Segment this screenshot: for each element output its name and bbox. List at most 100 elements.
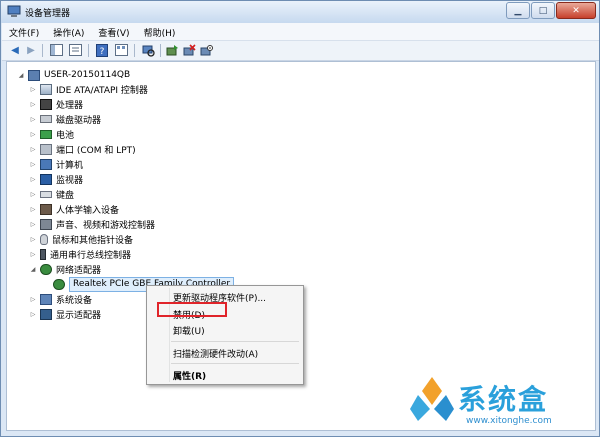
monitor-icon (40, 173, 52, 185)
expand-arrow-icon[interactable]: ▷ (29, 311, 37, 318)
collapse-arrow-icon[interactable]: ◢ (17, 72, 25, 79)
collapse-arrow-icon[interactable]: ◢ (29, 266, 37, 273)
view-icon[interactable] (114, 43, 128, 57)
expand-arrow-icon[interactable]: ▷ (29, 131, 37, 138)
expand-arrow-icon[interactable]: ▷ (29, 146, 37, 153)
processor-icon (40, 98, 52, 110)
watermark-url: www.xitonghe.com (466, 416, 552, 426)
show-hide-tree-icon[interactable] (49, 43, 63, 57)
expand-arrow-icon[interactable]: ▷ (29, 296, 37, 303)
watermark-brand: 系统盒 (458, 383, 549, 416)
hid-icon (40, 203, 52, 215)
menu-properties[interactable]: 属性(R) (173, 369, 206, 382)
close-icon: ✕ (572, 5, 580, 16)
expand-arrow-icon[interactable]: ▷ (29, 191, 37, 198)
expand-arrow-icon[interactable]: ▷ (29, 161, 37, 168)
category-label: IDE ATA/ATAPI 控制器 (56, 85, 148, 96)
menu-help[interactable]: 帮助(H) (137, 23, 183, 40)
tree-category[interactable]: ▷ 通用串行总线控制器 (29, 247, 131, 261)
expand-arrow-icon[interactable]: ▷ (29, 251, 37, 258)
system-devices-icon (40, 293, 52, 305)
disable-icon[interactable] (199, 43, 213, 57)
tree-category[interactable]: ◢ 网络适配器 (29, 262, 101, 276)
tree-category[interactable]: ▷ 鼠标和其他指针设备 (29, 232, 133, 246)
port-icon (40, 143, 52, 155)
disk-drive-icon (40, 115, 52, 123)
computer-root-icon (28, 69, 40, 81)
usb-icon (40, 248, 46, 260)
category-label: 系统设备 (56, 295, 93, 306)
expand-arrow-icon[interactable]: ▷ (29, 206, 37, 213)
expand-arrow-icon[interactable]: ▷ (29, 101, 37, 108)
tree-category[interactable]: ▷ 处理器 (29, 97, 83, 111)
window-title: 设备管理器 (25, 9, 71, 19)
category-label: 显示适配器 (56, 310, 102, 321)
expand-arrow-icon[interactable]: ▷ (29, 221, 37, 228)
window-controls: ▁ □ ✕ (505, 2, 596, 19)
tree-category[interactable]: ▷ 电池 (29, 127, 74, 141)
tree-category[interactable]: ▷ 磁盘驱动器 (29, 112, 101, 126)
maximize-icon: □ (538, 5, 548, 16)
category-label: 人体学输入设备 (56, 205, 120, 216)
tree-category[interactable]: ▷ IDE ATA/ATAPI 控制器 (29, 82, 148, 96)
menu-file[interactable]: 文件(F) (2, 23, 46, 40)
network-card-icon (53, 278, 65, 290)
title-bar[interactable]: 设备管理器 ▁ □ ✕ (1, 1, 599, 23)
toolbar-separator (42, 44, 43, 57)
category-label: 键盘 (56, 190, 75, 201)
menu-scan-hardware[interactable]: 扫描检测硬件改动(A) (173, 347, 258, 360)
category-label: 监视器 (56, 175, 84, 186)
minimize-icon: ▁ (514, 5, 522, 16)
minimize-button[interactable]: ▁ (506, 2, 530, 19)
update-driver-icon[interactable] (165, 43, 179, 57)
menu-action[interactable]: 操作(A) (46, 23, 91, 40)
category-label: 处理器 (56, 100, 84, 111)
category-label: 网络适配器 (56, 265, 102, 276)
properties-icon[interactable] (68, 43, 82, 57)
sound-icon (40, 218, 52, 230)
forward-icon[interactable]: ▶ (24, 43, 38, 57)
tree-category[interactable]: ▷ 显示适配器 (29, 307, 101, 321)
menu-uninstall[interactable]: 卸载(U) (173, 324, 205, 337)
category-label: 通用串行总线控制器 (50, 250, 132, 261)
menu-separator (171, 363, 299, 364)
menu-bar: 文件(F) 操作(A) 查看(V) 帮助(H) (2, 23, 599, 41)
expand-arrow-icon[interactable]: ▷ (29, 116, 37, 123)
tree-category[interactable]: ▷ 计算机 (29, 157, 83, 171)
category-label: 磁盘驱动器 (56, 115, 102, 126)
tree-category[interactable]: ▷ 人体学输入设备 (29, 202, 119, 216)
expand-arrow-icon[interactable]: ▷ (29, 86, 37, 93)
battery-icon (40, 129, 52, 139)
xitonghe-logo-icon (410, 377, 454, 421)
back-icon[interactable]: ◀ (8, 43, 22, 57)
svg-text:?: ? (100, 47, 105, 57)
keyboard-icon (40, 190, 52, 198)
expand-arrow-icon[interactable]: ▷ (29, 236, 37, 243)
computer-icon (40, 158, 52, 170)
ide-controller-icon (40, 83, 52, 95)
tree-category[interactable]: ▷ 监视器 (29, 172, 83, 186)
root-label: USER-20150114QB (44, 70, 131, 80)
help-icon[interactable]: ? (95, 43, 109, 57)
toolbar-separator (88, 44, 89, 57)
tree-category[interactable]: ▷ 声音、视频和游戏控制器 (29, 217, 155, 231)
close-button[interactable]: ✕ (556, 2, 596, 19)
tree-root[interactable]: ◢ USER-20150114QB (17, 68, 130, 82)
watermark: 系统盒 www.xitonghe.com (408, 370, 598, 434)
tree-category[interactable]: ▷ 端口 (COM 和 LPT) (29, 142, 136, 156)
category-label: 计算机 (56, 160, 84, 171)
network-adapter-icon (40, 263, 52, 275)
toolbar-separator (160, 44, 161, 57)
category-label: 端口 (COM 和 LPT) (56, 145, 136, 156)
maximize-button[interactable]: □ (531, 2, 555, 19)
disable-highlight-box (157, 302, 227, 317)
menu-view[interactable]: 查看(V) (91, 23, 136, 40)
scan-hardware-icon[interactable] (141, 43, 155, 57)
tree-category[interactable]: ▷ 键盘 (29, 187, 74, 201)
uninstall-icon[interactable] (182, 43, 196, 57)
expand-arrow-icon[interactable]: ▷ (29, 176, 37, 183)
display-adapter-icon (40, 308, 52, 320)
toolbar: ◀ ▶ ? (2, 41, 599, 61)
tree-category[interactable]: ▷ 系统设备 (29, 292, 92, 306)
category-label: 鼠标和其他指针设备 (52, 235, 134, 246)
